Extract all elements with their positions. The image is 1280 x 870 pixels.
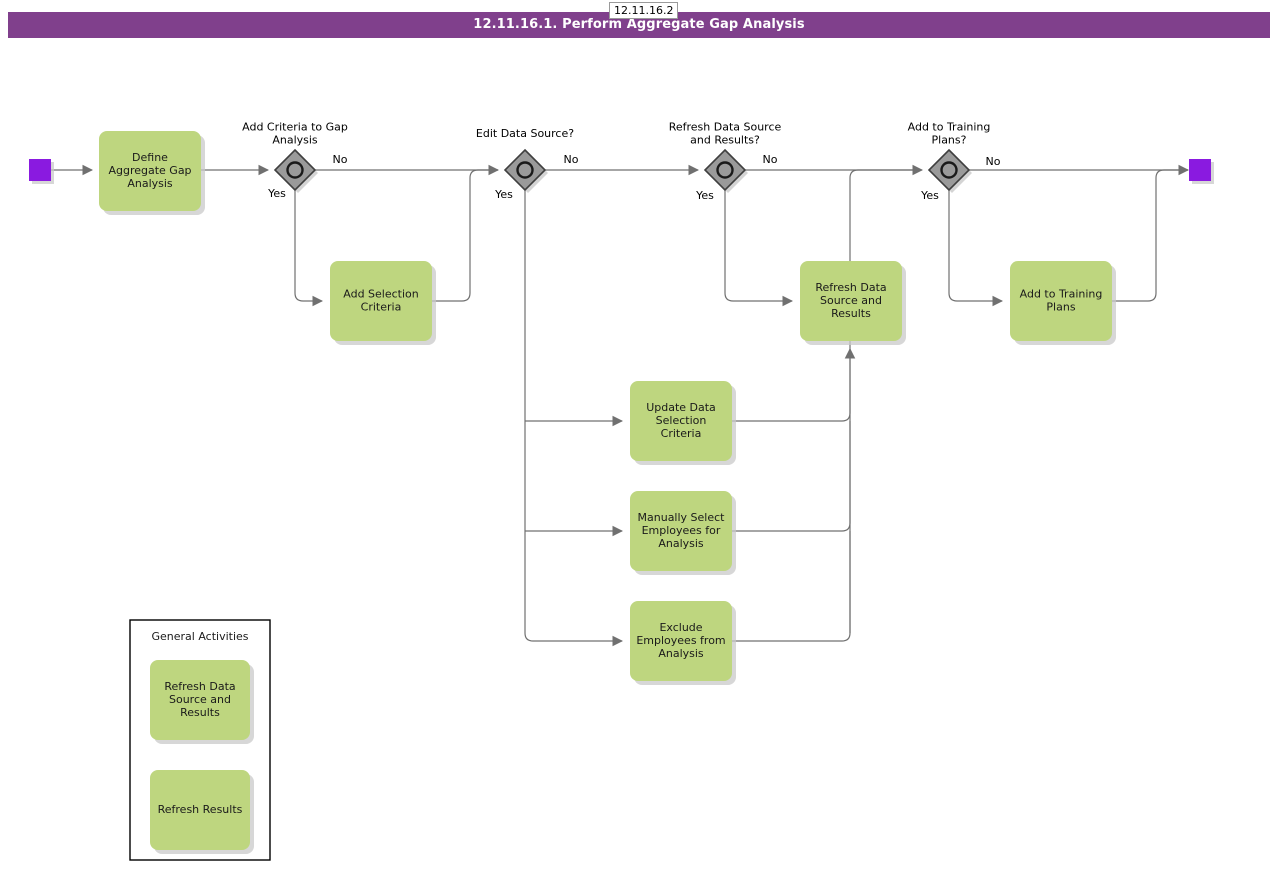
edge-label-no-4: No: [986, 155, 1001, 168]
gateway-inclusive-icon: [716, 161, 734, 179]
edge-label-no-2: No: [564, 153, 579, 166]
gateway-label-add-criteria-to-gap-analysis: Add Criteria to Gap Analysis: [242, 121, 348, 147]
gateway-label-edit-data-source: Edit Data Source?: [476, 127, 574, 140]
edge-label-no-1: No: [333, 153, 348, 166]
gateway-inclusive-icon: [940, 161, 958, 179]
header-badge: 12.11.16.2: [609, 2, 679, 19]
edge-label-yes-1: Yes: [267, 187, 286, 200]
edge-label-yes-3: Yes: [695, 189, 714, 202]
edge-label-yes-2: Yes: [494, 188, 513, 201]
task-label-legend-refresh-results: Refresh Results: [158, 803, 243, 816]
flowchart-canvas: Define Aggregate Gap AnalysisAdd Selection…: [29, 121, 1214, 861]
gateway-label-add-to-training-plans-q: Add to Training Plans?: [908, 121, 991, 147]
legend-title: General Activities: [151, 630, 248, 643]
diagram-page: 12.11.16.1. Perform Aggregate Gap Analys…: [0, 0, 1280, 870]
end-event[interactable]: [1189, 159, 1211, 181]
start-event[interactable]: [29, 159, 51, 181]
edges-layer: [51, 164, 1190, 647]
gateway-label-refresh-data-source-and-results-q: Refresh Data Source and Results?: [669, 121, 782, 147]
gateway-inclusive-icon: [516, 161, 534, 179]
gateway-inclusive-icon: [286, 161, 304, 179]
edge-label-yes-4: Yes: [920, 189, 939, 202]
nodes-layer: [29, 131, 1214, 861]
edge-label-no-3: No: [763, 153, 778, 166]
